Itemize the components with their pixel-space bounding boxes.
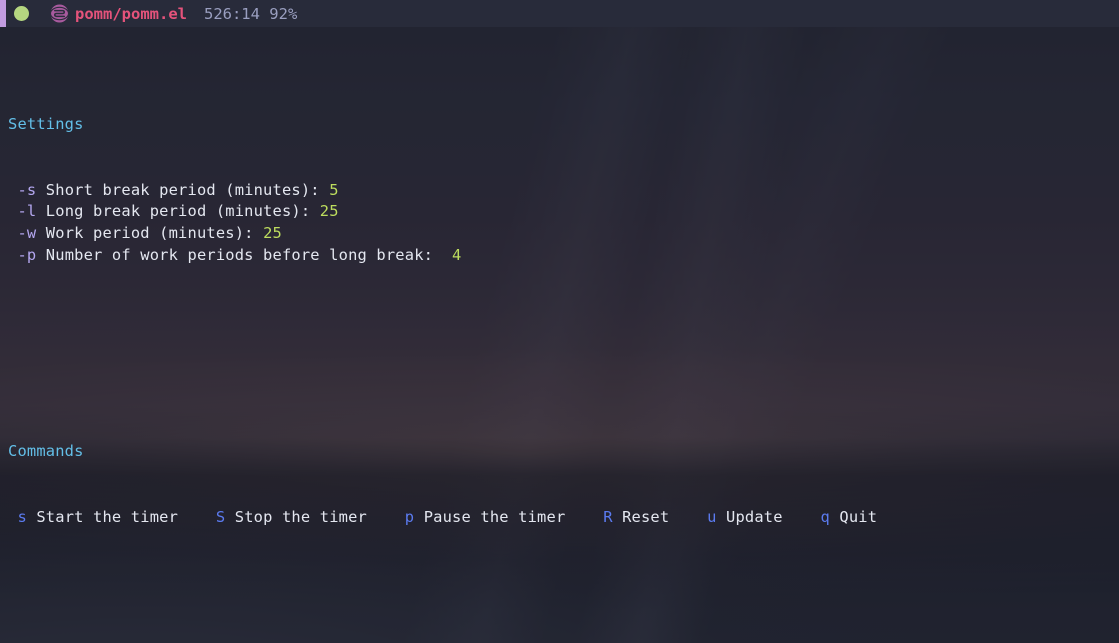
emacs-frame: pomm/pomm.el 526:14 92% Settings -s Shor… [0,0,1119,643]
commands-list: s Start the timer S Stop the timer p Pau… [0,507,1119,529]
command-separator [669,508,707,526]
command-label[interactable]: Quit [830,508,877,526]
command-key-pause-the-timer[interactable]: p [405,508,414,526]
setting-row[interactable]: -w Work period (minutes): 25 [0,223,1119,245]
command-key-update[interactable]: u [707,508,716,526]
setting-row[interactable]: -p Number of work periods before long br… [0,245,1119,267]
command-label[interactable]: Reset [613,508,670,526]
command-label[interactable]: Stop the timer [225,508,367,526]
emacs-logo-icon [50,4,69,23]
setting-flag[interactable]: -s [17,181,36,199]
command-key-quit[interactable]: q [821,508,830,526]
setting-flag[interactable]: -p [17,246,36,264]
setting-row[interactable]: -l Long break period (minutes): 25 [0,201,1119,223]
command-separator [565,508,603,526]
command-label[interactable]: Update [717,508,783,526]
setting-label: Number of work periods before long break… [36,245,452,264]
setting-label: Long break period (minutes): [36,202,320,221]
settings-heading: Settings [8,115,84,134]
cursor-position-indicator: 526:14 92% [203,4,298,23]
setting-flag[interactable]: -w [17,224,36,242]
setting-row[interactable]: -s Short break period (minutes): 5 [0,180,1119,202]
command-separator [178,508,216,526]
pomm-buffer-content: Settings -s Short break period (minutes)… [0,27,1119,643]
buffer-name[interactable]: pomm/pomm.el [75,5,187,23]
setting-label: Short break period (minutes): [36,180,330,199]
command-separator [367,508,405,526]
setting-value[interactable]: 4 [452,246,461,264]
setting-flag[interactable]: -l [17,202,36,220]
command-label[interactable]: Pause the timer [414,508,566,526]
setting-value[interactable]: 25 [320,202,339,220]
commands-heading: Commands [8,442,84,461]
command-label[interactable]: Start the timer [27,508,178,526]
setting-value[interactable]: 25 [263,224,282,242]
command-key-stop-the-timer[interactable]: S [216,508,225,526]
accent-bar [0,0,6,27]
command-key-reset[interactable]: R [603,508,612,526]
modified-status-dot-icon [14,6,29,21]
command-separator [783,508,821,526]
command-key-start-the-timer[interactable]: s [17,508,26,526]
setting-label: Work period (minutes): [36,224,264,243]
buffer-header-line: pomm/pomm.el 526:14 92% [0,0,1119,27]
setting-value[interactable]: 5 [329,181,338,199]
settings-list: -s Short break period (minutes): 5 -l Lo… [0,180,1119,267]
